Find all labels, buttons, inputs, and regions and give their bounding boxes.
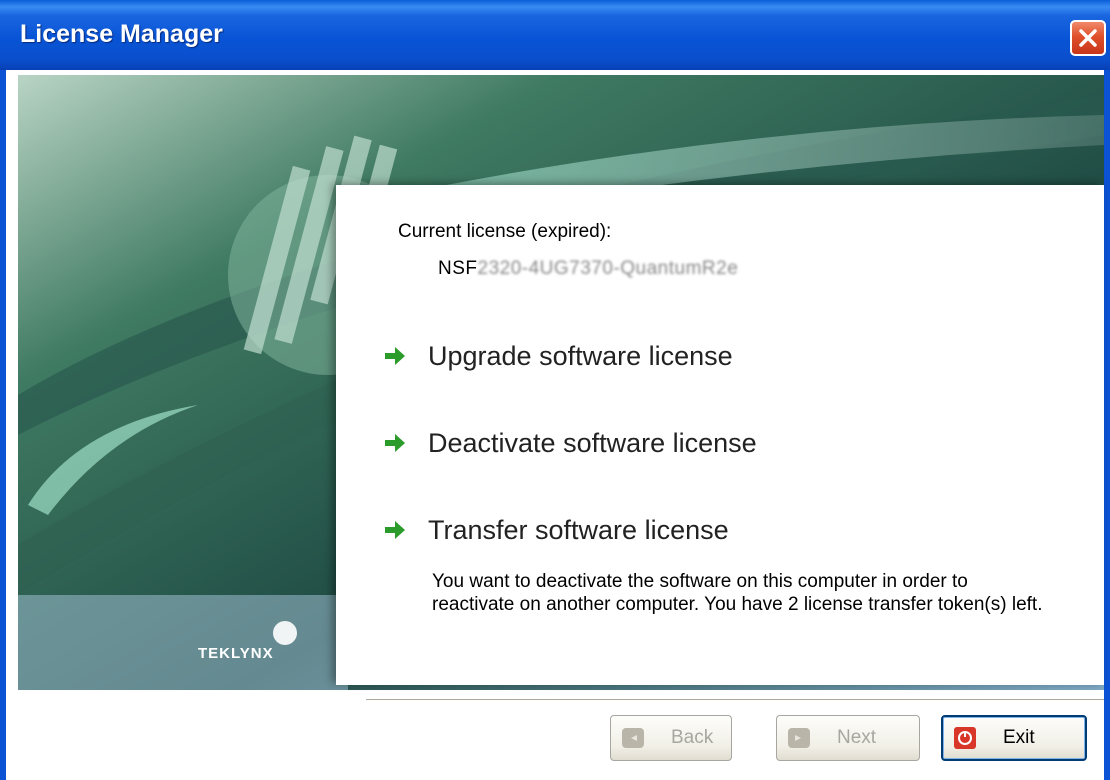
green-arrow-icon [385, 347, 405, 365]
license-key-redacted: 2⁠3⁠2⁠0⁠-⁠4⁠U⁠G⁠7⁠3⁠7⁠0⁠-⁠Q⁠u⁠a⁠n⁠t⁠u⁠m⁠… [477, 258, 739, 279]
green-arrow-icon [385, 434, 405, 452]
back-icon [622, 728, 644, 748]
green-arrow-icon [385, 521, 405, 539]
next-icon [788, 728, 810, 748]
next-button[interactable]: Next [776, 715, 920, 761]
back-button[interactable]: Back [610, 715, 732, 761]
title-bar[interactable]: License Manager [0, 0, 1110, 70]
current-license-label: Current license (expired): [398, 221, 612, 242]
transfer-license-label: Transfer software license [428, 514, 729, 545]
deactivate-license-link[interactable]: Deactivate software license [382, 423, 757, 463]
license-manager-window: License Manager TEKLYNX Current license … [0, 0, 1110, 780]
transfer-description: You want to deactivate the software on t… [432, 571, 1043, 615]
exit-label: Exit [1003, 727, 1035, 748]
license-key: NSF2⁠3⁠2⁠0⁠-⁠4⁠U⁠G⁠7⁠3⁠7⁠0⁠-⁠Q⁠u⁠a⁠n⁠t⁠u… [438, 258, 738, 280]
next-label: Next [837, 727, 877, 748]
close-icon [1079, 29, 1097, 47]
upgrade-license-label: Upgrade software license [428, 340, 733, 371]
exit-icon [954, 727, 976, 749]
license-key-prefix: NSF [438, 258, 478, 279]
teklynx-logo: TEKLYNX [198, 645, 274, 662]
upgrade-license-link[interactable]: Upgrade software license [382, 336, 733, 376]
window-title: License Manager [20, 20, 223, 48]
transfer-license-link[interactable]: Transfer software license [382, 510, 729, 550]
window-frame-right [1104, 70, 1110, 780]
button-divider-highlight [366, 700, 1104, 701]
content-area: TEKLYNX Current license (expired): NSF2⁠… [6, 70, 1104, 780]
back-label: Back [671, 727, 714, 748]
exit-button[interactable]: Exit [941, 715, 1087, 761]
deactivate-license-label: Deactivate software license [428, 427, 757, 458]
close-button[interactable] [1070, 20, 1106, 56]
